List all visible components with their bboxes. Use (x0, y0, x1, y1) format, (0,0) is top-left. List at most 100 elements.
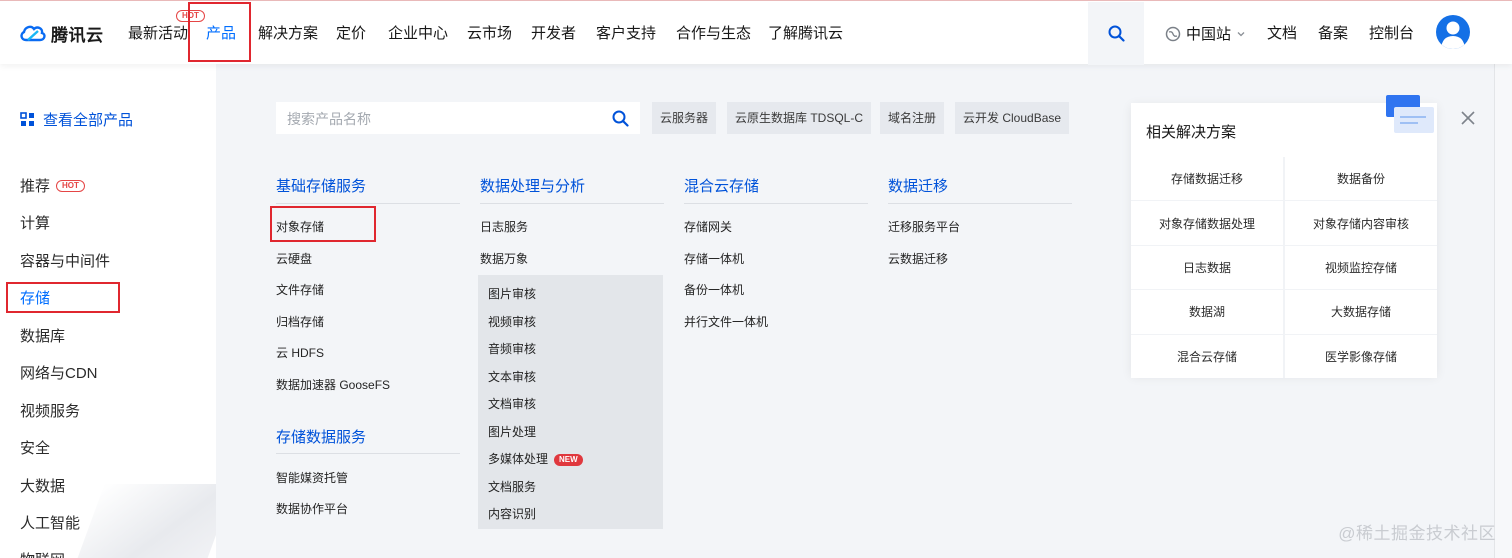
view-all-products-link[interactable]: 查看全部产品 (20, 109, 133, 130)
solution-link-medical-imaging[interactable]: 医学影像存储 (1285, 334, 1437, 378)
subproduct-link-audio-audit[interactable]: 音频审核 (488, 340, 536, 357)
solutions-illustration-icon (1386, 95, 1434, 133)
solution-link-big-data-storage[interactable]: 大数据存储 (1285, 290, 1437, 334)
solution-link-data-backup[interactable]: 数据备份 (1285, 157, 1437, 201)
close-icon[interactable] (1459, 109, 1477, 127)
solutions-title: 相关解决方案 (1146, 124, 1237, 141)
product-link-cfs[interactable]: 文件存储 (276, 281, 324, 298)
sidebar-item-video[interactable]: 视频服务 (20, 400, 80, 421)
product-link-backup-appliance[interactable]: 备份一体机 (684, 281, 744, 298)
region-selector[interactable]: 中国站 (1165, 23, 1246, 44)
sidebar-item-iot[interactable]: 物联网 (20, 549, 65, 558)
solution-link-data-lake[interactable]: 数据湖 (1131, 290, 1283, 334)
product-link-data-collab[interactable]: 数据协作平台 (276, 500, 348, 517)
region-label: 中国站 (1186, 26, 1232, 43)
category-sidebar: 查看全部产品 推荐 HOT 计算 容器与中间件 存储 数据库 网络与CDN 视频服… (0, 64, 216, 558)
product-link-goosefs[interactable]: 数据加速器 GooseFS (276, 376, 390, 393)
nav-marketplace[interactable]: 云市场 (467, 22, 512, 43)
top-nav-bar: 腾讯云 最新活动 HOT 产品 解决方案 定价 企业中心 云市场 开发者 客户支… (0, 0, 1512, 65)
solution-link-hybrid-storage[interactable]: 混合云存储 (1131, 334, 1283, 378)
related-solutions-card: 相关解决方案 存储数据迁移 数据备份 对象存储数据处理 对象存储内容审核 日志数… (1131, 95, 1437, 378)
page-scrollbar[interactable] (1494, 64, 1512, 558)
product-link-msp[interactable]: 迁移服务平台 (888, 218, 960, 235)
column-title-data-migration[interactable]: 数据迁移 (888, 175, 948, 196)
watermark: @稀土掘金技术社区 (1338, 524, 1496, 543)
sidebar-item-security[interactable]: 安全 (20, 437, 50, 458)
quick-chip-tdsql-c[interactable]: 云原生数据库 TDSQL-C (727, 102, 872, 134)
product-link-smart-media[interactable]: 智能媒资托管 (276, 469, 348, 486)
quick-chip-cvm[interactable]: 云服务器 (652, 102, 717, 134)
product-link-parallel-file-appliance[interactable]: 并行文件一体机 (684, 313, 768, 330)
product-search-button[interactable] (612, 110, 629, 130)
product-link-storage-appliance[interactable]: 存储一体机 (684, 250, 744, 267)
nav-pricing[interactable]: 定价 (336, 22, 366, 43)
sidebar-item-recommended[interactable]: 推荐 HOT (20, 175, 85, 196)
quick-chip-cloudbase[interactable]: 云开发 CloudBase (955, 102, 1070, 134)
subproduct-link-text-audit[interactable]: 文本审核 (488, 368, 536, 385)
sidebar-item-ai[interactable]: 人工智能 (20, 512, 80, 533)
sidebar-item-compute[interactable]: 计算 (20, 212, 50, 233)
subproduct-link-image-processing[interactable]: 图片处理 (488, 423, 536, 440)
user-avatar[interactable] (1436, 15, 1470, 49)
sidebar-item-network-cdn[interactable]: 网络与CDN (20, 362, 98, 383)
column-title-basic-storage[interactable]: 基础存储服务 (276, 175, 366, 196)
sidebar-item-containers[interactable]: 容器与中间件 (20, 250, 110, 271)
column-title-storage-data-services[interactable]: 存储数据服务 (276, 426, 366, 447)
user-icon (1441, 21, 1465, 49)
grid-icon (20, 112, 34, 126)
view-all-products-label: 查看全部产品 (43, 112, 134, 129)
nav-latest-activities[interactable]: 最新活动 (128, 22, 188, 43)
search-icon (612, 110, 629, 127)
nav-enterprise-center[interactable]: 企业中心 (388, 22, 448, 43)
column-title-hybrid-storage[interactable]: 混合云存储 (684, 175, 759, 196)
solution-link-storage-migration[interactable]: 存储数据迁移 (1131, 157, 1283, 201)
product-search-input[interactable] (287, 109, 587, 129)
subproduct-link-media-processing[interactable]: 多媒体处理 NEW (488, 450, 583, 467)
annotation-box-products (188, 2, 251, 62)
tencent-cloud-logo-icon (20, 25, 46, 42)
nav-solutions[interactable]: 解决方案 (258, 22, 318, 43)
subproduct-link-content-recognition[interactable]: 内容识别 (488, 505, 536, 522)
product-link-storage-gateway[interactable]: 存储网关 (684, 218, 732, 235)
nav-support[interactable]: 客户支持 (596, 22, 656, 43)
product-link-hdfs[interactable]: 云 HDFS (276, 344, 324, 361)
product-link-archive[interactable]: 归档存储 (276, 313, 324, 330)
column-title-data-processing[interactable]: 数据处理与分析 (480, 175, 585, 196)
divider (276, 453, 460, 454)
solution-link-cos-processing[interactable]: 对象存储数据处理 (1131, 201, 1283, 245)
product-link-ci[interactable]: 数据万象 (480, 250, 528, 267)
subproduct-link-video-audit[interactable]: 视频审核 (488, 313, 536, 330)
annotation-box-cos (270, 206, 376, 242)
nav-partners[interactable]: 合作与生态 (676, 22, 751, 43)
brand-logo[interactable]: 腾讯云 (20, 20, 104, 46)
nav-docs[interactable]: 文档 (1267, 22, 1297, 43)
solution-link-video-surveillance[interactable]: 视频监控存储 (1285, 245, 1437, 290)
hot-badge: HOT (56, 180, 85, 192)
quick-chip-domain[interactable]: 域名注册 (880, 102, 945, 134)
solution-link-cos-audit[interactable]: 对象存储内容审核 (1285, 201, 1437, 245)
nav-console[interactable]: 控制台 (1369, 22, 1414, 43)
nav-developers[interactable]: 开发者 (531, 22, 576, 43)
solution-link-log-data[interactable]: 日志数据 (1131, 245, 1283, 290)
subproduct-link-doc-audit[interactable]: 文档审核 (488, 395, 536, 412)
subproduct-label: 多媒体处理 (488, 452, 549, 466)
nav-search-button[interactable] (1088, 2, 1144, 65)
sidebar-item-database[interactable]: 数据库 (20, 325, 65, 346)
nav-record[interactable]: 备案 (1318, 22, 1348, 43)
product-link-cbs[interactable]: 云硬盘 (276, 250, 312, 267)
divider (480, 203, 664, 204)
nav-about[interactable]: 了解腾讯云 (768, 22, 843, 43)
chevron-down-icon (1237, 31, 1245, 36)
divider (276, 203, 460, 204)
new-badge: NEW (554, 454, 583, 466)
subproduct-link-doc-service[interactable]: 文档服务 (488, 478, 536, 495)
search-icon (1108, 25, 1125, 42)
product-search-box (276, 102, 640, 134)
globe-icon (1165, 26, 1181, 41)
sidebar-item-label: 推荐 (20, 178, 51, 195)
subproduct-link-image-audit[interactable]: 图片审核 (488, 285, 536, 302)
product-link-cls[interactable]: 日志服务 (480, 218, 528, 235)
sidebar-item-big-data[interactable]: 大数据 (20, 475, 65, 496)
product-link-cdm[interactable]: 云数据迁移 (888, 250, 948, 267)
divider (684, 203, 868, 204)
